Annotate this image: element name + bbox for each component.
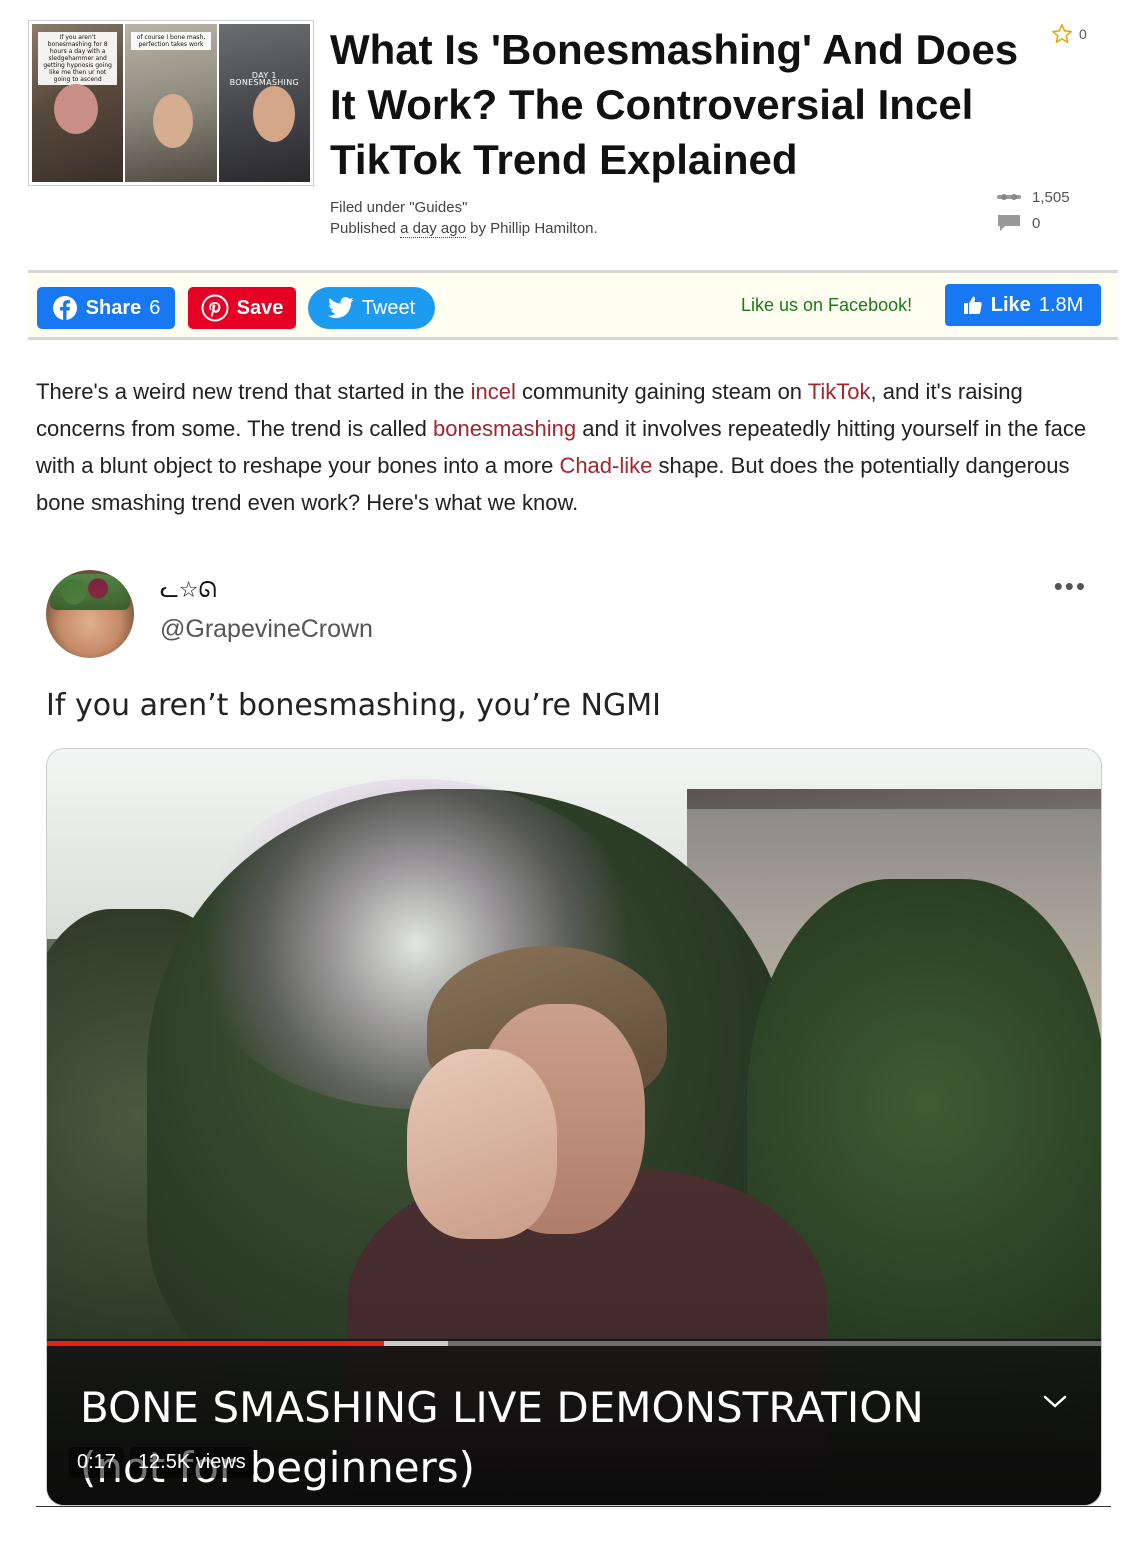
embedded-tweet: ᓚ☆ᘏ @GrapevineCrown ••• If you aren’t bo… <box>36 555 1111 1507</box>
video-person-fist <box>407 1049 557 1239</box>
thumbnail-caption-3: DAY 1 BONESMASHING <box>229 71 299 87</box>
article-meta: Filed under "Guides" Published a day ago… <box>330 197 598 239</box>
video-progress-buffered <box>384 1341 448 1346</box>
thumbnail-panel-1: If you aren't bonesmashing for 8 hours a… <box>32 24 124 182</box>
facebook-share-label: Share <box>85 296 142 319</box>
category-link[interactable]: "Guides" <box>409 199 467 216</box>
video-views: 12.5K views <box>129 1447 254 1478</box>
video-progress-bar[interactable] <box>47 1341 1101 1346</box>
article-title: What Is 'Bonesmashing' And Does It Work?… <box>330 26 1019 183</box>
link-bonesmashing[interactable]: bonesmashing <box>433 416 576 441</box>
chevron-down-icon[interactable] <box>1041 1393 1069 1411</box>
byline: by Phillip Hamilton. <box>465 220 598 237</box>
pinterest-save-label: Save <box>236 296 284 319</box>
intro-text-1: There's a weird new trend that started i… <box>36 379 471 404</box>
intro-text-2: community gaining steam on <box>515 379 808 404</box>
facebook-icon <box>52 296 77 320</box>
comments-count: 0 <box>1032 214 1041 232</box>
comment-icon <box>998 215 1020 231</box>
video-progress-played <box>47 1341 385 1346</box>
facebook-share-count: 6 <box>149 296 161 319</box>
tweet-text: If you aren’t bonesmashing, you’re NGMI <box>46 688 661 723</box>
facebook-like-button[interactable]: Like 1.8M <box>945 284 1101 326</box>
thumbnail-panel-3: DAY 1 BONESMASHING <box>218 24 310 182</box>
eye-icon <box>997 194 1021 200</box>
views-count: 1,505 <box>1032 188 1070 206</box>
published-label: Published <box>330 220 401 237</box>
like-us-text[interactable]: Like us on Facebook! <box>741 295 912 316</box>
link-chad-like[interactable]: Chad-like <box>559 453 652 478</box>
tweet-display-name[interactable]: ᓚ☆ᘏ <box>160 577 217 603</box>
favorite-button[interactable]: 0 <box>1051 23 1087 45</box>
pinterest-icon <box>201 294 229 322</box>
star-icon <box>1052 24 1072 43</box>
comments-stat[interactable]: 0 <box>996 210 1070 236</box>
share-bar: Share 6 Save Tweet Like us on Facebook! … <box>28 270 1118 340</box>
article-stats: 1,505 0 <box>996 184 1070 236</box>
facebook-share-button[interactable]: Share 6 <box>37 287 175 329</box>
thumbnail-person-1 <box>54 84 98 134</box>
twitter-bird-icon <box>327 297 354 319</box>
published-time: a day ago <box>400 220 466 238</box>
more-options-icon[interactable]: ••• <box>1054 573 1087 599</box>
tweet-handle[interactable]: @GrapevineCrown <box>160 615 373 644</box>
thumbs-up-icon <box>963 296 982 314</box>
tweet-label: Tweet <box>361 296 416 319</box>
thumbnail-panel-2: of course I bone mash, perfection takes … <box>125 24 217 182</box>
thumbnail-caption-2: of course I bone mash, perfection takes … <box>131 32 211 50</box>
pinterest-save-button[interactable]: Save <box>188 287 296 329</box>
tweet-video[interactable]: BONE SMASHING LIVE DEMONSTRATION (not fo… <box>46 748 1102 1506</box>
thumbnail-caption-1: If you aren't bonesmashing for 8 hours a… <box>38 32 118 85</box>
published-line: Published a day ago by Phillip Hamilton. <box>330 218 598 239</box>
filed-under: Filed under "Guides" <box>330 197 598 218</box>
video-time: 0:17 <box>69 1447 124 1478</box>
like-label: Like <box>990 293 1031 316</box>
thumbnail-person-3 <box>252 86 295 142</box>
video-title: BONE SMASHING LIVE DEMONSTRATION <box>80 1383 924 1432</box>
article-thumbnail[interactable]: If you aren't bonesmashing for 8 hours a… <box>28 20 314 186</box>
favorite-count: 0 <box>1079 26 1087 42</box>
avatar[interactable] <box>46 570 134 658</box>
article-intro: There's a weird new trend that started i… <box>36 373 1111 521</box>
video-info-chips: 0:17 12.5K views <box>69 1447 254 1478</box>
link-tiktok[interactable]: TikTok <box>808 379 871 404</box>
like-count: 1.8M <box>1038 293 1084 316</box>
twitter-tweet-button[interactable]: Tweet <box>308 287 435 329</box>
filed-under-label: Filed under <box>330 199 410 216</box>
thumbnail-person-2 <box>153 94 194 148</box>
avatar-wreath <box>50 574 130 610</box>
link-incel[interactable]: incel <box>471 379 516 404</box>
views-stat: 1,505 <box>996 184 1070 210</box>
